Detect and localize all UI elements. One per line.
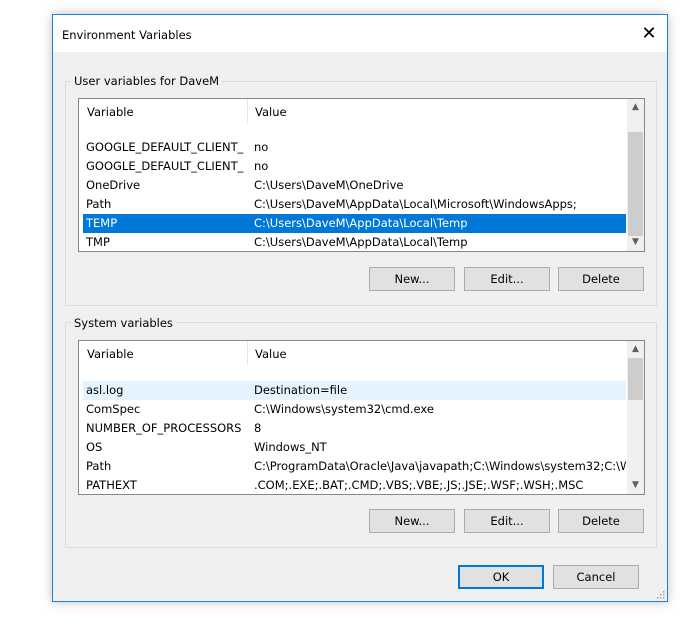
variable-value: C:\Users\DaveM\AppData\Local\Temp <box>254 216 468 230</box>
list-row[interactable]: asl.log Destination=file <box>83 381 626 400</box>
system-edit-button[interactable]: Edit... <box>464 509 550 533</box>
scroll-down-icon[interactable]: ▼ <box>627 477 644 494</box>
variable-name: TMP <box>86 235 110 249</box>
user-delete-button[interactable]: Delete <box>558 267 644 291</box>
system-variables-list[interactable]: Variable Value asl.log Destination=file Co… <box>78 340 645 495</box>
variable-name: ComSpec <box>86 402 141 416</box>
cancel-button[interactable]: Cancel <box>553 565 639 589</box>
variable-value: C:\Windows\system32\cmd.exe <box>254 402 434 416</box>
scroll-up-icon[interactable]: ▲ <box>627 341 644 358</box>
column-divider[interactable] <box>247 99 248 123</box>
variable-value: 8 <box>254 421 262 435</box>
variable-value: C:\ProgramData\Oracle\Java\javapath;C:\W… <box>254 459 626 473</box>
variable-name: PATHEXT <box>86 478 137 492</box>
user-edit-button[interactable]: Edit... <box>464 267 550 291</box>
variable-value: no <box>254 159 269 173</box>
window-title: Environment Variables <box>62 28 192 42</box>
list-header: Variable Value <box>79 99 628 123</box>
variable-value: no <box>254 140 269 154</box>
column-header-variable[interactable]: Variable <box>87 347 134 361</box>
list-row[interactable]: PATHEXT .COM;.EXE;.BAT;.CMD;.VBS;.VBE;.JS… <box>83 476 626 494</box>
close-button[interactable]: ✕ <box>631 15 667 52</box>
column-divider[interactable] <box>247 341 248 365</box>
user-new-button[interactable]: New... <box>369 267 455 291</box>
environment-variables-dialog: Environment Variables ✕ User variables f… <box>52 14 668 602</box>
user-variables-list[interactable]: Variable Value GOOGLE_DEFAULT_CLIENT_IDn… <box>78 98 645 252</box>
variable-value: C:\Users\DaveM\AppData\Local\Microsoft\W… <box>254 197 577 211</box>
variable-value: C:\Users\DaveM\AppData\Local\Temp <box>254 235 468 249</box>
list-row[interactable]: TEMP C:\Users\DaveM\AppData\Local\Temp <box>83 214 626 233</box>
scroll-thumb[interactable] <box>628 358 643 400</box>
column-header-variable[interactable]: Variable <box>87 105 134 119</box>
variable-value: .COM;.EXE;.BAT;.CMD;.VBS;.VBE;.JS;.JSE;.… <box>254 478 584 492</box>
list-row[interactable]: OneDrive C:\Users\DaveM\OneDrive <box>83 176 626 195</box>
scroll-thumb[interactable] <box>628 132 643 236</box>
title-bar: Environment Variables ✕ <box>53 15 667 52</box>
variable-value: C:\Users\DaveM\OneDrive <box>254 178 404 192</box>
ok-button[interactable]: OK <box>458 565 544 589</box>
scroll-down-icon[interactable]: ▼ <box>627 234 644 251</box>
system-new-button[interactable]: New... <box>369 509 455 533</box>
close-icon: ✕ <box>641 23 657 44</box>
variable-name: GOOGLE_DEFAULT_CLIENT_ID <box>86 140 244 154</box>
variable-value: Windows_NT <box>254 440 327 454</box>
list-header: Variable Value <box>79 341 628 365</box>
list-row[interactable]: GOOGLE_DEFAULT_CLIENT_ID no <box>83 138 626 157</box>
column-header-value[interactable]: Value <box>255 105 287 119</box>
variable-name: TEMP <box>86 216 118 230</box>
list-row[interactable]: OS Windows_NT <box>83 438 626 457</box>
list-row[interactable]: GOOGLE_DEFAULT_CLIENT_... no <box>83 157 626 176</box>
variable-name: OS <box>86 440 103 454</box>
list-row[interactable]: Path C:\ProgramData\Oracle\Java\javapath;… <box>83 457 626 476</box>
list-row[interactable]: Path C:\Users\DaveM\AppData\Local\Microso… <box>83 195 626 214</box>
list-row[interactable]: NUMBER_OF_PROCESSORS 8 <box>83 419 626 438</box>
variable-name: NUMBER_OF_PROCESSORS <box>86 421 242 435</box>
system-delete-button[interactable]: Delete <box>558 509 644 533</box>
variable-name: OneDrive <box>86 178 141 192</box>
system-variables-label: System variables <box>71 316 176 330</box>
user-variables-label: User variables for DaveM <box>71 74 223 88</box>
resize-grip-icon[interactable] <box>655 589 665 599</box>
variable-value: Destination=file <box>254 383 348 397</box>
system-list-scrollbar[interactable]: ▲ ▼ <box>627 341 644 494</box>
column-header-value[interactable]: Value <box>255 347 287 361</box>
variable-name: GOOGLE_DEFAULT_CLIENT_... <box>86 159 244 173</box>
list-row[interactable]: ComSpec C:\Windows\system32\cmd.exe <box>83 400 626 419</box>
variable-name: asl.log <box>86 383 124 397</box>
user-list-scrollbar[interactable]: ▲ ▼ <box>627 99 644 251</box>
list-row[interactable]: TMP C:\Users\DaveM\AppData\Local\Temp <box>83 233 626 251</box>
scroll-up-icon[interactable]: ▲ <box>627 99 644 116</box>
variable-name: Path <box>86 197 112 211</box>
variable-name: Path <box>86 459 112 473</box>
